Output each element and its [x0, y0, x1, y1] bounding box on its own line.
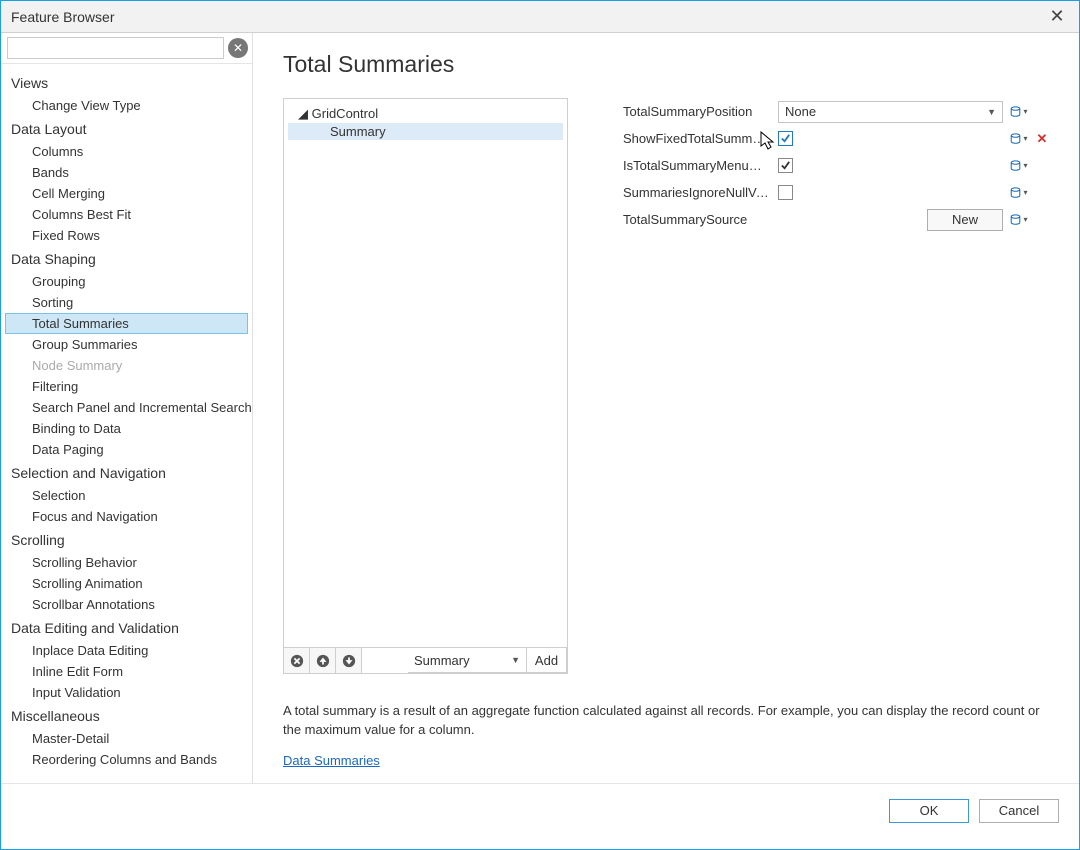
database-icon[interactable]: ▾ [1005, 160, 1033, 172]
tree-node-root[interactable]: ◢ GridControl [288, 105, 563, 123]
nav-item[interactable]: Change View Type [1, 95, 252, 116]
prop-label: IsTotalSummaryMenuEn... [623, 158, 778, 173]
summaries-ignore-null-values-checkbox[interactable] [778, 185, 793, 200]
new-button[interactable]: New [927, 209, 1003, 231]
nav-group[interactable]: Data Editing and Validation [1, 615, 252, 640]
nav-group[interactable]: Views [1, 70, 252, 95]
titlebar: Feature Browser ✕ [1, 1, 1079, 33]
prop-label: SummariesIgnoreNullVal... [623, 185, 778, 200]
window-title: Feature Browser [11, 9, 1045, 25]
total-summary-position-select[interactable]: None ▼ [778, 101, 1003, 123]
chevron-down-icon: ▾ [1023, 188, 1027, 197]
move-down-icon[interactable] [336, 648, 362, 674]
footer: OK Cancel [1, 783, 1079, 837]
tree-body: ◢ GridControl Summary [284, 99, 567, 647]
prop-label: TotalSummarySource [623, 212, 778, 227]
database-icon[interactable]: ▾ [1005, 214, 1033, 226]
nav-item[interactable]: Reordering Columns and Bands [1, 749, 252, 770]
prop-label: TotalSummaryPosition [623, 104, 778, 119]
show-fixed-total-summary-checkbox[interactable] [778, 131, 793, 146]
search-input[interactable] [7, 37, 224, 59]
tree-node-child[interactable]: Summary [288, 123, 563, 140]
nav-item[interactable]: Inplace Data Editing [1, 640, 252, 661]
nav-item[interactable]: Sorting [1, 292, 252, 313]
nav-item[interactable]: Focus and Navigation [1, 506, 252, 527]
page-title: Total Summaries [283, 51, 1049, 78]
data-summaries-link[interactable]: Data Summaries [283, 752, 380, 771]
nav-item[interactable]: Inline Edit Form [1, 661, 252, 682]
nav-item: Node Summary [1, 355, 252, 376]
nav-item[interactable]: Selection [1, 485, 252, 506]
main-area: ✕ ViewsChange View TypeData LayoutColumn… [1, 33, 1079, 783]
summary-type-select[interactable]: Summary ▼ [408, 648, 527, 673]
nav-item[interactable]: Scrollbar Annotations [1, 594, 252, 615]
tree-node-label: GridControl [312, 106, 378, 121]
tree-toolbar: Summary ▼ Add [284, 647, 567, 673]
prop-is-total-summary-menu-enabled: IsTotalSummaryMenuEn... ▾ ✕ [623, 152, 1049, 179]
nav-group[interactable]: Data Layout [1, 116, 252, 141]
chevron-down-icon: ▼ [511, 655, 520, 665]
remove-icon[interactable] [284, 648, 310, 674]
prop-summaries-ignore-null-values: SummariesIgnoreNullVal... ▾ ✕ [623, 179, 1049, 206]
add-button[interactable]: Add [527, 648, 567, 673]
nav-group[interactable]: Data Shaping [1, 246, 252, 271]
nav-item[interactable]: Data Paging [1, 439, 252, 460]
search-row: ✕ [1, 33, 252, 64]
prop-total-summary-position: TotalSummaryPosition None ▼ ▾ ✕ [623, 98, 1049, 125]
nav-group[interactable]: Selection and Navigation [1, 460, 252, 485]
is-total-summary-menu-enabled-checkbox[interactable] [778, 158, 793, 173]
description-text: A total summary is a result of an aggreg… [283, 702, 1049, 740]
property-grid: TotalSummaryPosition None ▼ ▾ ✕ ShowFi [623, 98, 1049, 674]
prop-total-summary-source: TotalSummarySource New ▾ ✕ [623, 206, 1049, 233]
nav-item[interactable]: Columns [1, 141, 252, 162]
tree-panel: ◢ GridControl Summary [283, 98, 568, 674]
nav-item[interactable]: Search Panel and Incremental Search [1, 397, 252, 418]
sidebar: ✕ ViewsChange View TypeData LayoutColumn… [1, 33, 253, 783]
chevron-down-icon: ▾ [1023, 134, 1027, 143]
chevron-down-icon: ▾ [1023, 161, 1027, 170]
description-block: A total summary is a result of an aggreg… [283, 702, 1049, 771]
chevron-down-icon: ▾ [1023, 215, 1027, 224]
move-up-icon[interactable] [310, 648, 336, 674]
database-icon[interactable]: ▾ [1005, 106, 1033, 118]
nav-item[interactable]: Cell Merging [1, 183, 252, 204]
nav-item[interactable]: Group Summaries [1, 334, 252, 355]
nav-item[interactable]: Binding to Data [1, 418, 252, 439]
prop-show-fixed-total-summary: ShowFixedTotalSummary ▾ ✕ [623, 125, 1049, 152]
chevron-down-icon: ◢ [298, 106, 308, 122]
content: Total Summaries ◢ GridControl Summary [253, 33, 1079, 783]
database-icon[interactable]: ▾ [1005, 133, 1033, 145]
prop-label: ShowFixedTotalSummary [623, 131, 778, 146]
nav-item[interactable]: Bands [1, 162, 252, 183]
nav-group[interactable]: Scrolling [1, 527, 252, 552]
nav-item[interactable]: Fixed Rows [1, 225, 252, 246]
close-icon[interactable]: ✕ [1045, 5, 1069, 29]
chevron-down-icon: ▼ [987, 107, 996, 117]
chevron-down-icon: ▾ [1023, 107, 1027, 116]
reset-icon[interactable]: ✕ [1035, 131, 1049, 147]
select-value: Summary [414, 653, 470, 668]
select-value: None [785, 104, 816, 119]
nav-item[interactable]: Total Summaries [5, 313, 248, 334]
database-icon[interactable]: ▾ [1005, 187, 1033, 199]
nav-group[interactable]: Miscellaneous [1, 703, 252, 728]
nav-item[interactable]: Input Validation [1, 682, 252, 703]
nav-item[interactable]: Scrolling Behavior [1, 552, 252, 573]
cancel-button[interactable]: Cancel [979, 799, 1059, 823]
clear-search-icon[interactable]: ✕ [228, 38, 248, 58]
tree-node-label: Summary [330, 124, 386, 139]
nav-item[interactable]: Filtering [1, 376, 252, 397]
mid-row: ◢ GridControl Summary [283, 98, 1049, 674]
nav-tree[interactable]: ViewsChange View TypeData LayoutColumnsB… [1, 64, 252, 783]
nav-item[interactable]: Columns Best Fit [1, 204, 252, 225]
nav-item[interactable]: Grouping [1, 271, 252, 292]
ok-button[interactable]: OK [889, 799, 969, 823]
nav-item[interactable]: Master-Detail [1, 728, 252, 749]
nav-item[interactable]: Scrolling Animation [1, 573, 252, 594]
